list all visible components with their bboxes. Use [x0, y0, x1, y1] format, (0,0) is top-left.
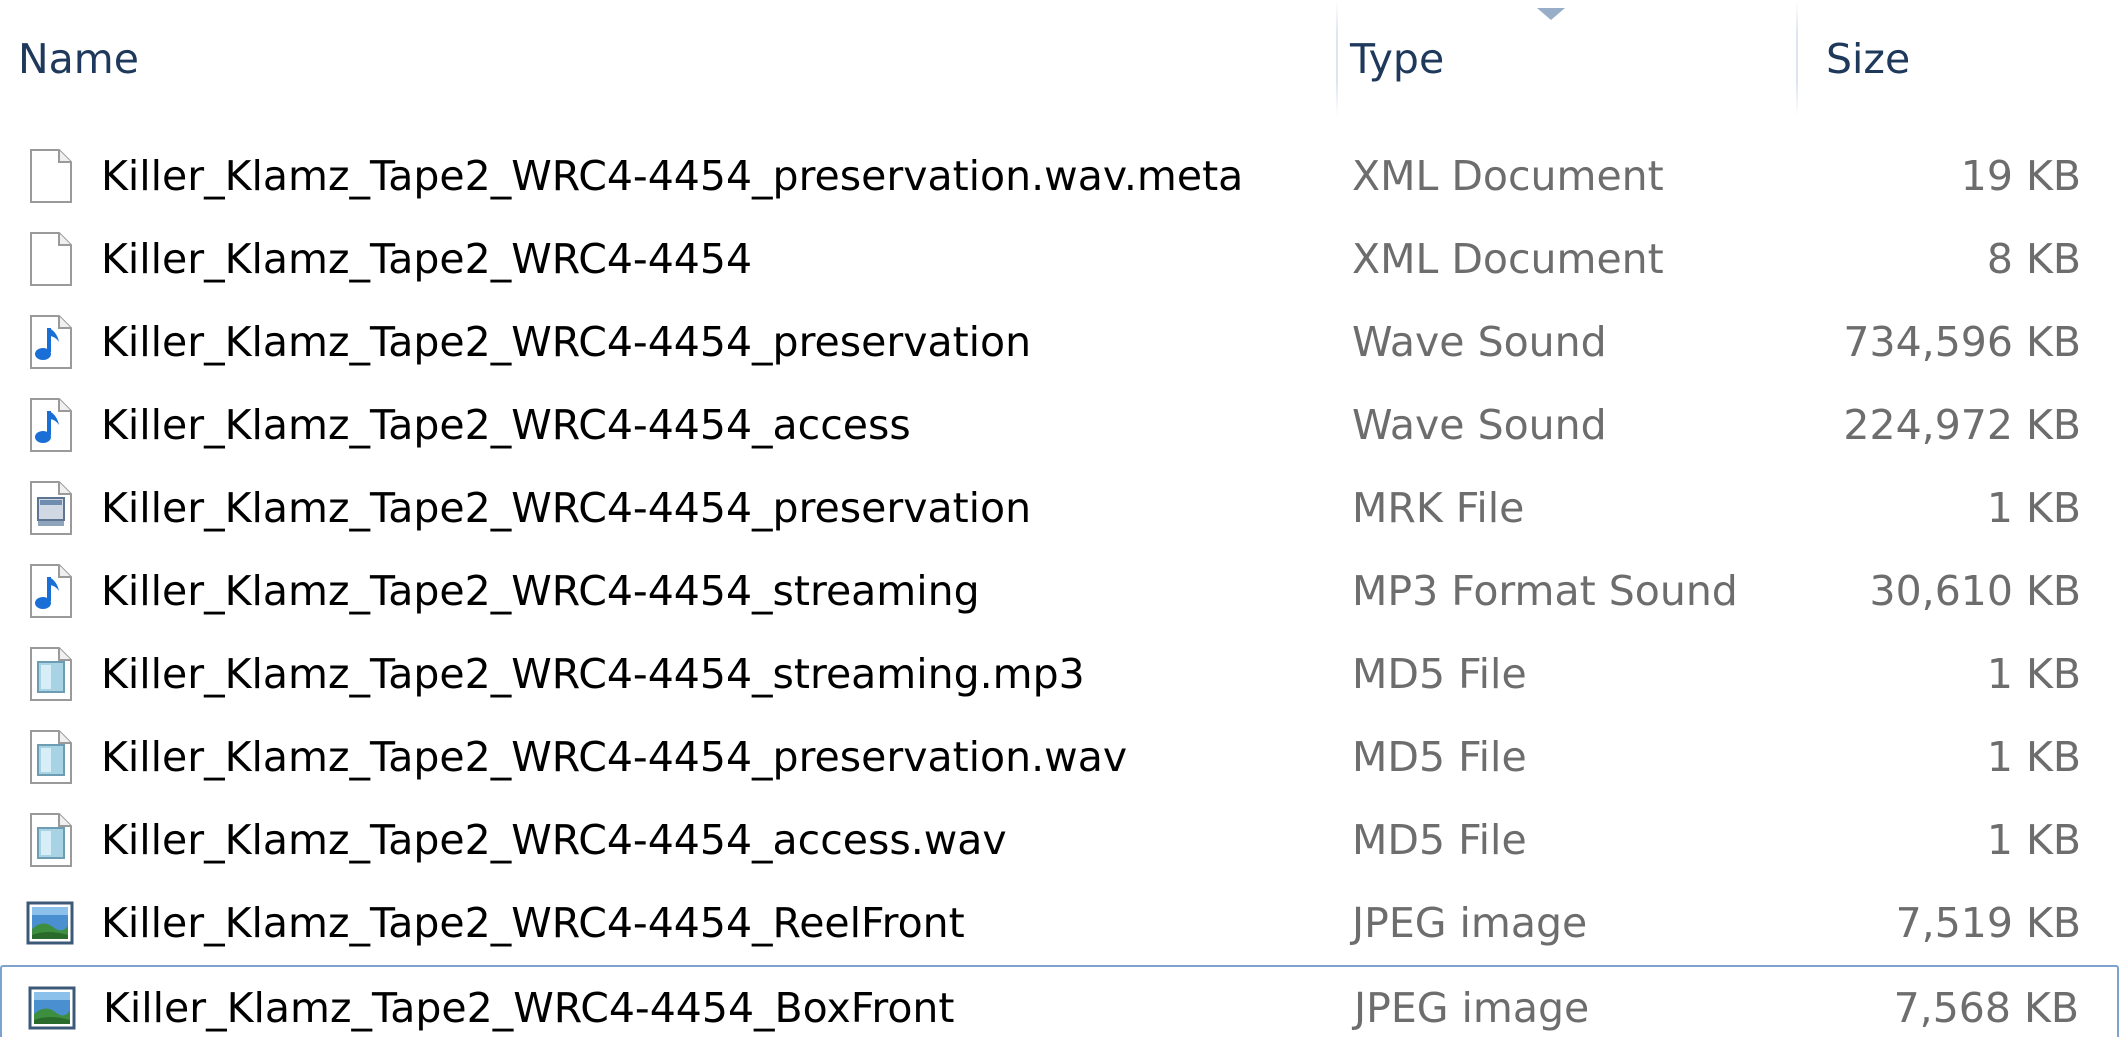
generic-file-icon: [25, 646, 75, 702]
file-row[interactable]: Killer_Klamz_Tape2_WRC4-4454_access Wave …: [0, 384, 2119, 467]
column-header-size[interactable]: Size: [1798, 0, 2119, 117]
file-size: 30,610 KB: [1869, 567, 2081, 615]
blank-document-icon: [25, 231, 75, 287]
file-size: 1 KB: [1986, 484, 2081, 532]
column-header-name[interactable]: Name: [0, 0, 1338, 117]
music-note-icon: [25, 563, 75, 619]
music-note-icon: [25, 314, 75, 370]
file-row[interactable]: Killer_Klamz_Tape2_WRC4-4454_preservatio…: [0, 467, 2119, 550]
file-name: Killer_Klamz_Tape2_WRC4-4454_access.wav: [101, 816, 1007, 864]
file-size: 1 KB: [1986, 650, 2081, 698]
column-header-bar: Name Type Size: [0, 0, 2119, 117]
file-type: Wave Sound: [1352, 318, 1607, 366]
file-type: MP3 Format Sound: [1352, 567, 1738, 615]
blank-document-icon: [25, 148, 75, 204]
file-row[interactable]: Killer_Klamz_Tape2_WRC4-4454_preservatio…: [0, 301, 2119, 384]
file-type: XML Document: [1352, 152, 1664, 200]
file-row[interactable]: Killer_Klamz_Tape2_WRC4-4454_access.wav M…: [0, 799, 2119, 882]
file-row[interactable]: Killer_Klamz_Tape2_WRC4-4454 XML Document…: [0, 218, 2119, 301]
image-file-icon: [27, 980, 77, 1036]
file-name: Killer_Klamz_Tape2_WRC4-4454: [101, 235, 753, 283]
file-type: MD5 File: [1352, 733, 1527, 781]
sort-ascending-icon: [1537, 8, 1565, 20]
file-type: MD5 File: [1352, 650, 1527, 698]
file-row[interactable]: Killer_Klamz_Tape2_WRC4-4454_ReelFront JP…: [0, 882, 2119, 965]
file-name: Killer_Klamz_Tape2_WRC4-4454_preservatio…: [101, 484, 1032, 532]
generic-file-icon: [25, 812, 75, 868]
file-name: Killer_Klamz_Tape2_WRC4-4454_BoxFront: [103, 984, 955, 1032]
image-file-icon: [25, 895, 75, 951]
file-size: 1 KB: [1986, 733, 2081, 781]
generic-file-icon: [25, 729, 75, 785]
application-file-icon: [25, 480, 75, 536]
file-row[interactable]: Killer_Klamz_Tape2_WRC4-4454_preservatio…: [0, 716, 2119, 799]
file-list: Killer_Klamz_Tape2_WRC4-4454_preservatio…: [0, 135, 2119, 1037]
file-type: JPEG image: [1352, 899, 1588, 947]
column-header-type-label: Type: [1350, 34, 1445, 83]
file-name: Killer_Klamz_Tape2_WRC4-4454_preservatio…: [101, 733, 1128, 781]
column-header-type[interactable]: Type: [1338, 0, 1798, 117]
file-size: 224,972 KB: [1843, 401, 2081, 449]
file-name: Killer_Klamz_Tape2_WRC4-4454_streaming.m…: [101, 650, 1085, 698]
file-row[interactable]: Killer_Klamz_Tape2_WRC4-4454_streaming.m…: [0, 633, 2119, 716]
file-row[interactable]: Killer_Klamz_Tape2_WRC4-4454_streaming MP…: [0, 550, 2119, 633]
file-name: Killer_Klamz_Tape2_WRC4-4454_ReelFront: [101, 899, 965, 947]
column-header-size-label: Size: [1826, 34, 1911, 83]
file-name: Killer_Klamz_Tape2_WRC4-4454_preservatio…: [101, 152, 1244, 200]
file-size: 734,596 KB: [1843, 318, 2081, 366]
file-name: Killer_Klamz_Tape2_WRC4-4454_streaming: [101, 567, 980, 615]
file-type: MD5 File: [1352, 816, 1527, 864]
file-row[interactable]: Killer_Klamz_Tape2_WRC4-4454_preservatio…: [0, 135, 2119, 218]
file-size: 8 KB: [1986, 235, 2081, 283]
file-type: MRK File: [1352, 484, 1525, 532]
column-header-name-label: Name: [18, 34, 139, 83]
file-type: XML Document: [1352, 235, 1664, 283]
file-size: 1 KB: [1986, 816, 2081, 864]
file-row[interactable]: Killer_Klamz_Tape2_WRC4-4454_BoxFront JPE…: [0, 965, 2119, 1037]
file-type: JPEG image: [1354, 984, 1590, 1032]
music-note-icon: [25, 397, 75, 453]
file-size: 7,568 KB: [1893, 984, 2079, 1032]
file-size: 19 KB: [1960, 152, 2081, 200]
file-type: Wave Sound: [1352, 401, 1607, 449]
file-name: Killer_Klamz_Tape2_WRC4-4454_access: [101, 401, 911, 449]
file-name: Killer_Klamz_Tape2_WRC4-4454_preservatio…: [101, 318, 1032, 366]
file-size: 7,519 KB: [1895, 899, 2081, 947]
